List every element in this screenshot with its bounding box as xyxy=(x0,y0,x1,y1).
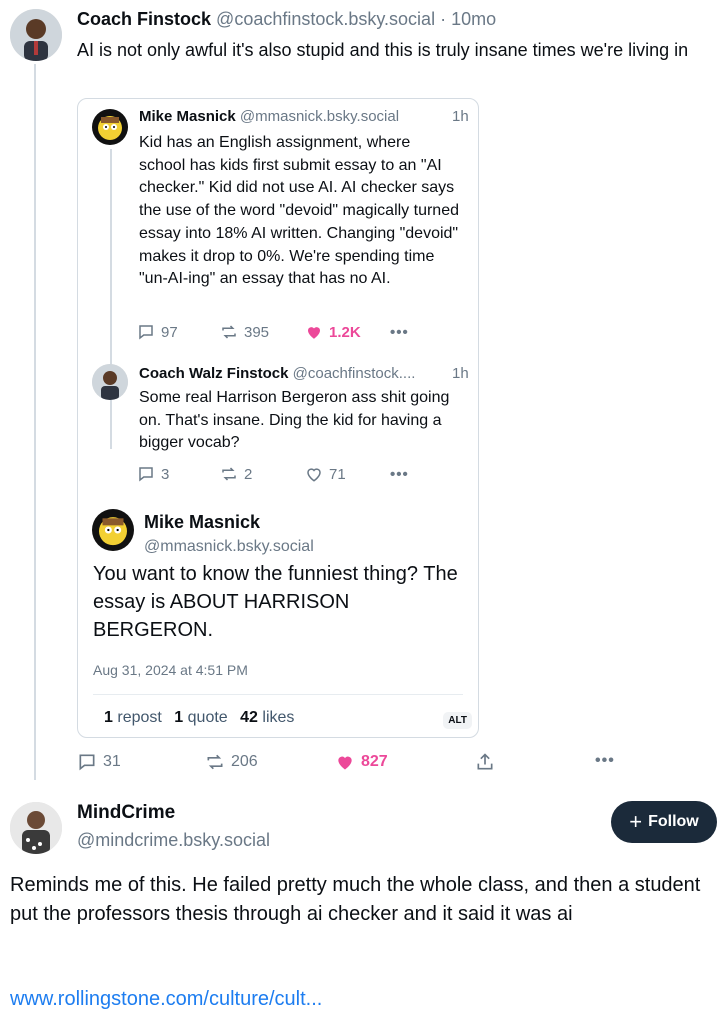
quote-stat-count[interactable]: 1 xyxy=(174,709,183,726)
repost-stat-label[interactable]: repost xyxy=(117,709,161,726)
avatar-coach-finstock[interactable] xyxy=(10,9,62,61)
like-button[interactable]: 71 xyxy=(305,465,346,483)
main-post-text: You want to know the funniest thing? The… xyxy=(93,563,458,641)
thread-line xyxy=(34,64,36,780)
main-author-name[interactable]: Mike Masnick xyxy=(144,512,260,533)
quoted-post-1-header: Mike Masnick @mmasnick.bsky.social xyxy=(139,108,399,125)
repost-count: 206 xyxy=(231,753,258,770)
like-count: 71 xyxy=(329,465,346,483)
reply-count: 31 xyxy=(103,753,121,770)
like-button[interactable]: 827 xyxy=(335,752,388,772)
author-handle[interactable]: @coachfinstock.bsky.social xyxy=(216,9,435,29)
follow-label: Follow xyxy=(648,813,699,830)
follow-button[interactable]: + Follow xyxy=(611,801,717,843)
author-handle[interactable]: @mmasnick.bsky.social xyxy=(240,108,399,125)
like-stat-label[interactable]: likes xyxy=(262,709,294,726)
reply-count: 97 xyxy=(161,323,178,341)
top-post-header: Coach Finstock @coachfinstock.bsky.socia… xyxy=(77,9,496,30)
heart-filled-icon xyxy=(308,327,320,339)
reply-button[interactable]: 31 xyxy=(77,752,121,772)
like-count: 1.2K xyxy=(329,323,361,341)
repost-count: 2 xyxy=(244,465,253,483)
quoted-post-1-text: Kid has an English assignment, where sch… xyxy=(139,134,459,288)
quoted-post-2-actions: 3 2 71 ••• xyxy=(137,463,457,485)
repost-button[interactable]: 2 xyxy=(220,465,252,483)
plus-icon: + xyxy=(629,809,643,834)
post-actions: 31 206 827 ••• xyxy=(77,752,707,776)
repost-count: 395 xyxy=(244,323,270,341)
reply-count: 3 xyxy=(161,465,170,483)
like-stat-count[interactable]: 42 xyxy=(240,709,258,726)
quote-card[interactable]: Mike Masnick @mmasnick.bsky.social 1h Ki… xyxy=(77,98,479,738)
reply-icon xyxy=(139,325,153,340)
quoted-post-2-header: Coach Walz Finstock @coachfinstock.... xyxy=(139,365,415,382)
reply-icon xyxy=(79,754,95,771)
reply-button[interactable]: 3 xyxy=(137,465,169,483)
author-name[interactable]: Coach Walz Finstock xyxy=(139,365,288,382)
more-icon: ••• xyxy=(595,752,615,769)
avatar-coach-walz-finstock[interactable] xyxy=(92,364,128,400)
like-button[interactable]: 1.2K xyxy=(305,323,361,341)
more-icon: ••• xyxy=(390,465,409,483)
reply-author-handle[interactable]: @mindcrime.bsky.social xyxy=(77,830,270,851)
reply-button[interactable]: 97 xyxy=(137,323,178,341)
quote-thread-line xyxy=(110,149,112,449)
post-date[interactable]: Aug 31, 2024 at 4:51 PM xyxy=(93,662,248,678)
avatar-mindcrime[interactable] xyxy=(10,802,62,854)
repost-icon xyxy=(222,467,236,481)
like-count: 827 xyxy=(361,753,388,770)
avatar-mike-masnick[interactable] xyxy=(92,109,128,145)
heart-filled-icon xyxy=(338,756,352,770)
repost-icon xyxy=(207,754,223,770)
more-icon: ••• xyxy=(390,323,409,341)
post-time[interactable]: 1h xyxy=(452,108,469,125)
post-time[interactable]: 1h xyxy=(452,365,469,382)
reply-text: Reminds me of this. He failed pretty muc… xyxy=(10,874,701,925)
main-author-handle[interactable]: @mmasnick.bsky.social xyxy=(144,538,314,556)
repost-button[interactable]: 395 xyxy=(220,323,269,341)
post-time[interactable]: 10mo xyxy=(451,9,496,29)
reply-link[interactable]: www.rollingstone.com/culture/cult... xyxy=(10,988,322,1011)
quoted-post-1-actions: 97 395 1.2K ••• xyxy=(137,321,457,343)
author-name[interactable]: Mike Masnick xyxy=(139,108,236,125)
reply-icon xyxy=(139,467,153,482)
share-icon xyxy=(477,753,493,770)
repost-stat-count[interactable]: 1 xyxy=(104,709,113,726)
engagement-stats: 1 repost 1 quote 42 likes xyxy=(104,709,302,727)
separator: · xyxy=(440,9,447,29)
post-text: AI is not only awful it's also stupid an… xyxy=(77,40,689,60)
reply-author-name[interactable]: MindCrime xyxy=(77,802,175,824)
more-button[interactable]: ••• xyxy=(390,324,409,341)
share-button[interactable] xyxy=(475,752,495,772)
author-name[interactable]: Coach Finstock xyxy=(77,9,211,29)
more-button[interactable]: ••• xyxy=(390,466,409,483)
repost-icon xyxy=(222,325,236,339)
author-handle[interactable]: @coachfinstock.... xyxy=(293,365,416,382)
divider xyxy=(93,694,463,695)
heart-icon xyxy=(307,468,321,482)
quoted-post-2-text: Some real Harrison Bergeron ass shit goi… xyxy=(139,389,450,452)
quote-stat-label[interactable]: quote xyxy=(188,709,228,726)
more-button[interactable]: ••• xyxy=(595,752,615,770)
avatar-mike-masnick-large[interactable] xyxy=(92,509,134,551)
alt-text-badge[interactable]: ALT xyxy=(443,712,472,729)
repost-button[interactable]: 206 xyxy=(205,752,258,772)
